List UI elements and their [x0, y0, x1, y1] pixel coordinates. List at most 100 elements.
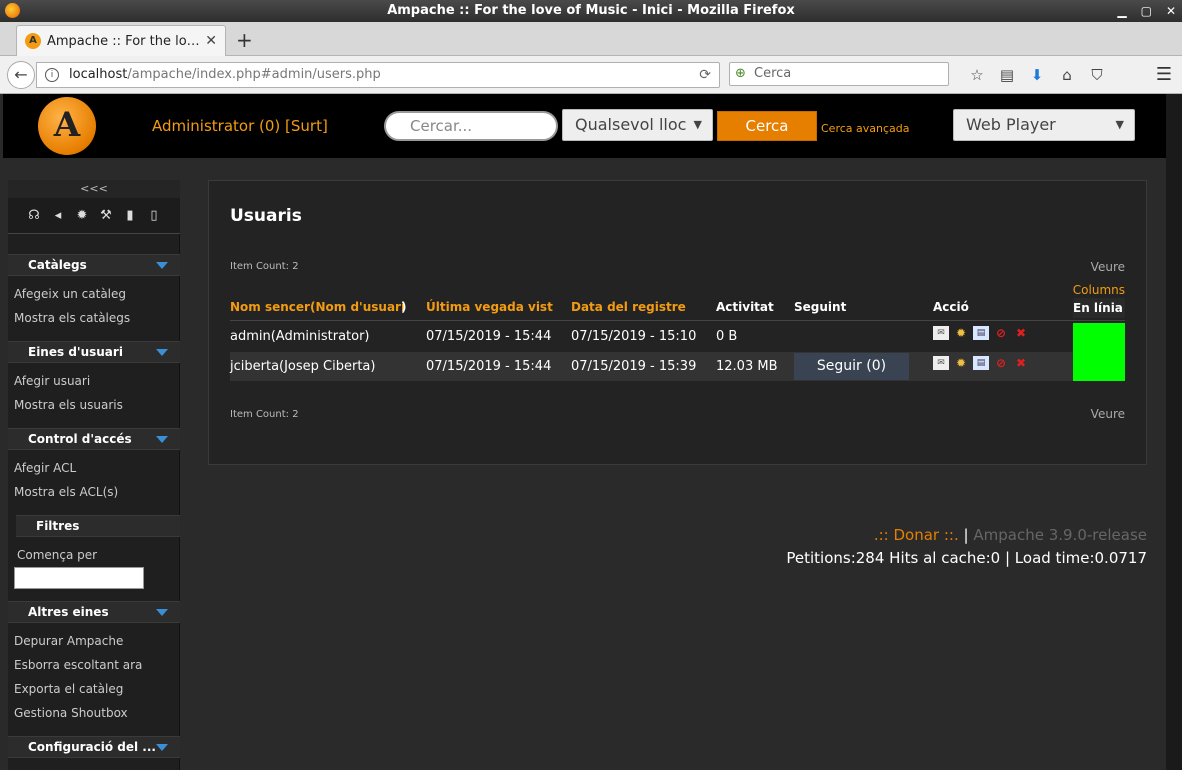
col-fullname[interactable]: Nom sencer — [230, 300, 310, 314]
sidebar-link-manage-shoutbox[interactable]: Gestiona Shoutbox — [14, 706, 128, 720]
sidebar-link-add-catalog[interactable]: Afegeix un catàleg — [14, 287, 126, 301]
search-scope-select[interactable]: Qualsevol lloc ▼ — [562, 109, 713, 141]
headphones-icon[interactable]: ☊ — [25, 208, 43, 223]
gear-icon[interactable]: ✹ — [73, 208, 91, 223]
col-registered[interactable]: Data del registre — [571, 300, 686, 314]
sidebar-link-show-acls[interactable]: Mostra els ACL(s) — [14, 485, 118, 499]
reload-icon[interactable]: ⟳ — [699, 63, 711, 87]
tab-ampache[interactable]: A Ampache :: For the lo… ✕ — [16, 25, 226, 56]
window-title: Ampache :: For the love of Music - Inici… — [387, 3, 795, 18]
cell-activity: 12.03 MB — [716, 359, 778, 374]
home-icon[interactable]: ⌂ — [1052, 64, 1082, 86]
section-title: Catàlegs — [28, 258, 87, 272]
sidebar-link-add-acl[interactable]: Afegir ACL — [14, 461, 76, 475]
search-button[interactable]: Cerca — [717, 111, 817, 141]
row-actions: ✉ ✹ ▤ ⊘ ✖ — [933, 356, 1029, 370]
view-link-top[interactable]: Veure — [1091, 260, 1125, 274]
col-action: Acció — [933, 300, 969, 314]
collapse-triangle-icon[interactable] — [156, 349, 168, 356]
view-link-bottom[interactable]: Veure — [1091, 407, 1125, 421]
filter-starts-with-label: Comença per — [17, 548, 98, 562]
card-icon[interactable]: ▤ — [973, 326, 989, 340]
tab-close-icon[interactable]: ✕ — [205, 33, 217, 49]
firefox-icon — [5, 3, 20, 18]
maximize-icon[interactable]: ▢ — [1141, 0, 1152, 22]
card-icon[interactable]: ▤ — [973, 356, 989, 370]
mail-icon[interactable]: ✉ — [933, 356, 949, 370]
sidebar-link-export-catalog[interactable]: Exporta el catàleg — [14, 682, 123, 696]
delete-icon[interactable]: ✖ — [1013, 356, 1029, 370]
chevron-down-icon: ▼ — [693, 118, 702, 131]
back-button[interactable]: ← — [7, 61, 35, 89]
col-username-close: ) — [401, 300, 407, 314]
player-select[interactable]: Web Player ▼ — [953, 109, 1135, 141]
page-title: Usuaris — [230, 206, 302, 226]
item-count-top: Item Count: 2 — [230, 261, 299, 272]
sidebar-quick-icons: ☊ ◂ ✹ ⚒ ▮ ▯ — [8, 198, 180, 234]
browser-search-input[interactable]: ⊕ Cerca — [729, 62, 949, 86]
gear-icon[interactable]: ✹ — [953, 356, 969, 370]
window-titlebar: Ampache :: For the love of Music - Inici… — [0, 0, 1182, 22]
footer-stats: Petitions:284 Hits al cache:0 | Load tim… — [786, 549, 1147, 567]
cell-registered: 07/15/2019 - 15:39 — [571, 359, 697, 374]
user-logout-link[interactable]: Administrator (0) [Surt] — [152, 117, 328, 135]
col-username[interactable]: (Nom d'usuari — [310, 300, 405, 314]
delete-icon[interactable]: ✖ — [1013, 326, 1029, 340]
door-icon[interactable]: ▯ — [145, 208, 163, 223]
sidebar-section-access-control[interactable]: Control d'accés — [8, 428, 180, 450]
bookmark-star-icon[interactable]: ☆ — [962, 64, 992, 86]
ampache-logo[interactable]: A — [38, 97, 96, 155]
close-window-icon[interactable]: ✕ — [1166, 0, 1176, 22]
sidebar-section-catalogs[interactable]: Catàlegs — [8, 254, 180, 276]
reading-list-icon[interactable]: ▤ — [992, 64, 1022, 86]
search-scope-value: Qualsevol lloc — [575, 115, 687, 134]
minimize-icon[interactable]: ▁ — [1117, 0, 1126, 22]
page-scrollbar[interactable] — [1166, 94, 1182, 770]
col-activity: Activitat — [716, 300, 774, 314]
document-icon[interactable]: ▮ — [121, 208, 139, 223]
url-bar[interactable]: i localhost/ampache/index.php#admin/user… — [36, 62, 720, 88]
new-tab-button[interactable]: + — [236, 28, 253, 52]
col-last-seen[interactable]: Última vegada vist — [426, 300, 553, 314]
cell-activity: 0 B — [716, 329, 738, 344]
disable-icon[interactable]: ⊘ — [993, 356, 1009, 370]
sidebar-link-show-users[interactable]: Mostra els usuaris — [14, 398, 123, 412]
ampache-header: A Administrator (0) [Surt] Cercar... Qua… — [3, 94, 1166, 158]
sidebar-section-other-tools[interactable]: Altres eines — [8, 601, 180, 623]
player-select-value: Web Player — [966, 115, 1056, 134]
version-link[interactable]: Ampache 3.9.0-release — [973, 526, 1147, 544]
sidebar-section-filters: Filtres — [16, 515, 180, 537]
row-actions: ✉ ✹ ▤ ⊘ ✖ — [933, 326, 1029, 340]
donate-link[interactable]: .:: Donar ::. — [874, 526, 959, 544]
hamburger-menu-icon[interactable]: ☰ — [1156, 64, 1172, 85]
download-icon[interactable]: ⬇ — [1022, 64, 1052, 86]
section-title: Control d'accés — [28, 432, 132, 446]
cell-name[interactable]: jciberta(Josep Ciberta) — [230, 359, 375, 374]
sidebar-link-debug[interactable]: Depurar Ampache — [14, 634, 123, 648]
sidebar-section-user-tools[interactable]: Eines d'usuari — [8, 341, 180, 363]
gear-icon[interactable]: ✹ — [953, 326, 969, 340]
cell-name[interactable]: admin(Administrator) — [230, 329, 370, 344]
mail-icon[interactable]: ✉ — [933, 326, 949, 340]
sidebar-link-show-catalogs[interactable]: Mostra els catàlegs — [14, 311, 130, 325]
advanced-search-link[interactable]: Cerca avançada — [821, 122, 910, 135]
sidebar-link-add-user[interactable]: Afegir usuari — [14, 374, 90, 388]
collapse-triangle-icon[interactable] — [156, 436, 168, 443]
speaker-icon[interactable]: ◂ — [49, 208, 67, 223]
collapse-triangle-icon[interactable] — [156, 744, 168, 751]
follow-button[interactable]: Seguir (0) — [794, 353, 909, 380]
columns-link[interactable]: Columns — [1073, 283, 1125, 297]
collapse-triangle-icon[interactable] — [156, 262, 168, 269]
search-input[interactable]: Cercar... — [384, 111, 558, 141]
info-icon[interactable]: i — [45, 68, 59, 82]
item-count-bottom: Item Count: 2 — [230, 409, 299, 420]
sidebar-link-clear-now-playing[interactable]: Esborra escoltant ara — [14, 658, 142, 672]
disable-icon[interactable]: ⊘ — [993, 326, 1009, 340]
collapse-triangle-icon[interactable] — [156, 609, 168, 616]
sidebar-section-config[interactable]: Configuració del ... — [8, 736, 180, 758]
cell-last-seen: 07/15/2019 - 15:44 — [426, 359, 552, 374]
wrench-icon[interactable]: ⚒ — [97, 208, 115, 223]
filter-starts-with-input[interactable] — [14, 567, 144, 589]
pocket-icon[interactable]: ⛉ — [1082, 64, 1112, 86]
sidebar-collapse-toggle[interactable]: <<< — [8, 180, 180, 198]
